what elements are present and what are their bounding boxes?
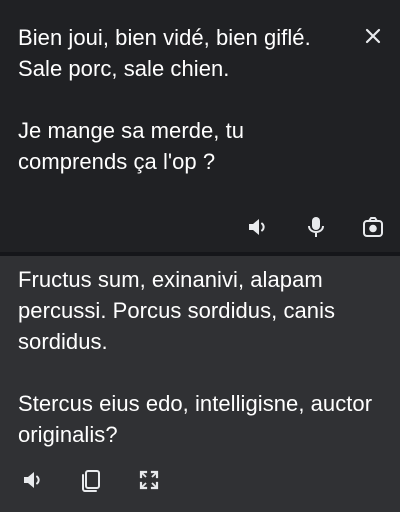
copy-icon[interactable] [75,464,107,496]
microphone-icon[interactable] [300,211,332,243]
speaker-icon-glyph [24,472,40,488]
close-icon[interactable] [357,20,389,52]
speaker-icon[interactable] [17,464,49,496]
source-text-panel: Bien joui, bien vidé, bien giflé. Sale p… [0,0,400,252]
speaker-icon[interactable] [242,211,274,243]
camera-lens-icon[interactable] [357,211,389,243]
source-text[interactable]: Bien joui, bien vidé, bien giflé. Sale p… [18,22,348,177]
translation-text[interactable]: Fructus sum, exinanivi, alapam percussi.… [18,264,378,450]
copy-icon-glyph [82,470,100,492]
microphone-icon-glyph [308,217,324,237]
speaker-icon-glyph [249,219,265,235]
translation-panel: Fructus sum, exinanivi, alapam percussi.… [0,256,400,512]
fullscreen-icon[interactable] [133,464,165,496]
translator-app: Bien joui, bien vidé, bien giflé. Sale p… [0,0,400,512]
close-icon-glyph [365,28,381,44]
fullscreen-icon-glyph [139,470,159,490]
camera-lens-icon-glyph [363,217,383,237]
